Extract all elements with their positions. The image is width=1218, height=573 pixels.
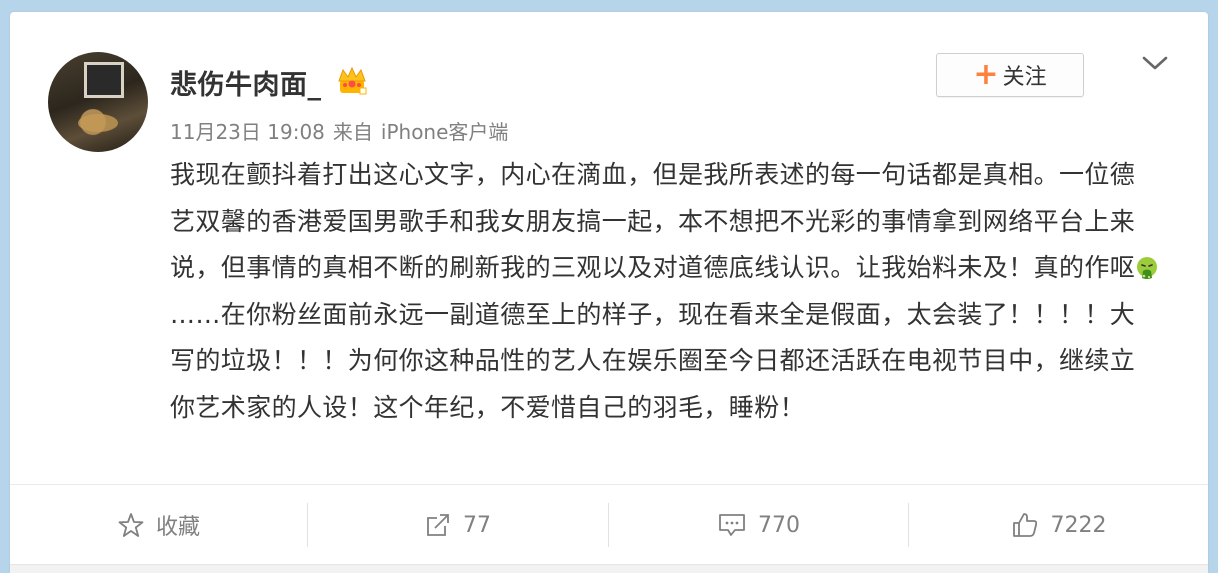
post-text-part1: 我现在颤抖着打出这心文字，内心在滴血，但是我所表述的每一句话都是真相。一位德艺双… bbox=[170, 160, 1136, 282]
avatar-picture-frame bbox=[84, 62, 124, 98]
username-link[interactable]: 悲伤牛肉面_ bbox=[170, 63, 322, 102]
comment-button[interactable]: 770 bbox=[609, 485, 909, 565]
repost-count: 77 bbox=[463, 512, 491, 538]
post-text-part2: ……在你粉丝面前永远一副道德至上的样子，现在看来全是假面，太会装了！！！！大写的… bbox=[170, 299, 1136, 422]
avatar[interactable] bbox=[48, 52, 148, 152]
plus-icon: + bbox=[973, 57, 999, 92]
comment-icon bbox=[719, 514, 745, 536]
chevron-down-icon[interactable] bbox=[1141, 52, 1169, 74]
avatar-lamp-glow bbox=[78, 114, 118, 132]
like-button[interactable]: 7222 bbox=[909, 485, 1208, 565]
like-count: 7222 bbox=[1050, 512, 1107, 538]
weibo-post-card: 悲伤牛肉面_ 11月23日 19:08 来自 iPhone客户端 + 关注 我现… bbox=[10, 12, 1208, 573]
favorite-label: 收藏 bbox=[155, 515, 200, 540]
post-meta: 11月23日 19:08 来自 iPhone客户端 bbox=[170, 116, 508, 145]
source-prefix: 来自 bbox=[332, 120, 373, 144]
follow-button[interactable]: + 关注 bbox=[936, 53, 1084, 97]
favorite-button[interactable]: 收藏 bbox=[10, 485, 308, 565]
comment-count: 770 bbox=[758, 512, 800, 538]
vomit-emoji-icon bbox=[1137, 257, 1158, 279]
repost-button[interactable]: 77 bbox=[308, 485, 608, 565]
star-icon bbox=[118, 513, 144, 537]
post-action-bar: 收藏 77 770 7222 bbox=[10, 484, 1208, 565]
post-source[interactable]: iPhone客户端 bbox=[381, 116, 509, 145]
post-timestamp[interactable]: 11月23日 19:08 bbox=[170, 116, 325, 145]
thumbs-up-icon bbox=[1012, 513, 1037, 537]
crown-vip-icon[interactable] bbox=[336, 66, 368, 96]
post-text: 我现在颤抖着打出这心文字，内心在滴血，但是我所表述的每一句话都是真相。一位德艺双… bbox=[170, 152, 1160, 431]
repost-icon bbox=[427, 514, 449, 536]
follow-button-label: 关注 bbox=[1002, 65, 1047, 90]
